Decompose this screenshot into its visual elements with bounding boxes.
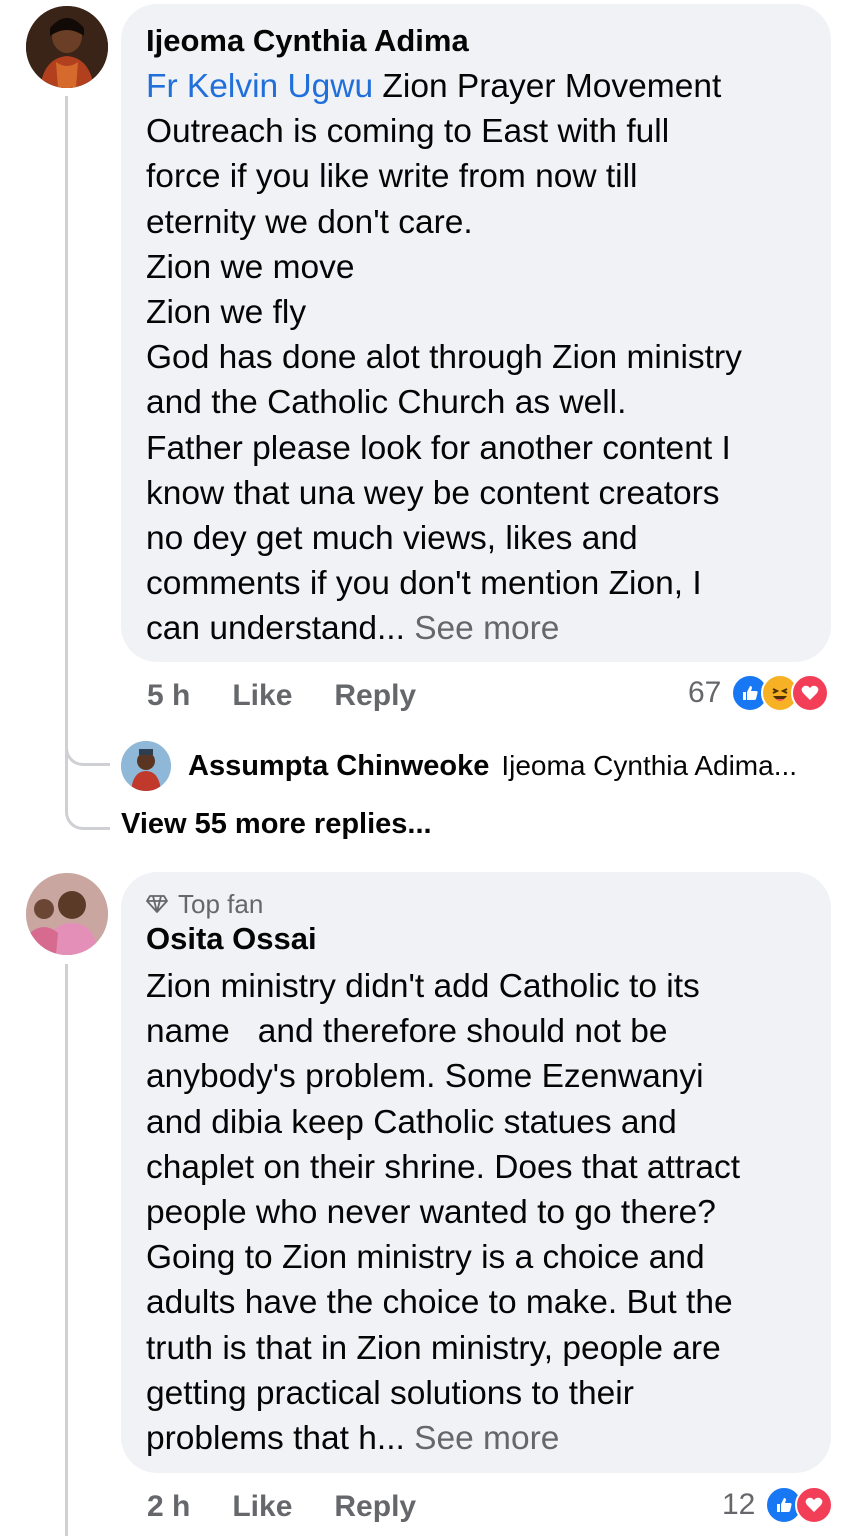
see-more-link[interactable]: See more <box>414 1420 559 1457</box>
see-more-link[interactable]: See more <box>414 610 559 647</box>
avatar-assumpta[interactable] <box>121 741 171 791</box>
comment-text-line: getting practical solutions to their <box>146 1374 634 1412</box>
reaction-summary-1[interactable]: 67 <box>688 672 830 714</box>
avatar-ijeoma[interactable] <box>26 6 108 88</box>
like-button[interactable]: Like <box>232 1490 292 1524</box>
reply-button[interactable]: Reply <box>334 679 416 713</box>
comment-author[interactable]: Osita Ossai <box>146 920 805 958</box>
profile-photo-icon <box>26 873 108 955</box>
comment-text-line: Zion Prayer Movement <box>373 68 722 105</box>
view-more-replies[interactable]: View 55 more replies... <box>121 808 432 841</box>
comment-author[interactable]: Ijeoma Cynthia Adima <box>146 22 805 60</box>
comment-text-line: God has done alot through Zion ministry <box>146 339 742 377</box>
comment-text-line: people who never wanted to go there? <box>146 1194 716 1232</box>
comment-text-line: can understand... <box>146 610 405 648</box>
reply-preview[interactable]: Assumpta Chinweoke Ijeoma Cynthia Adima.… <box>188 746 797 786</box>
avatar-osita[interactable] <box>26 873 108 955</box>
comment-text-line: adults have the choice to make. But the <box>146 1284 733 1322</box>
thread-line-2 <box>65 964 68 1536</box>
comment-text: Zion ministry didn't add Catholic to its… <box>146 964 805 1461</box>
thread-line-1 <box>65 96 68 811</box>
comment-text-line: Zion we fly <box>146 294 307 332</box>
comment-text-line: problems that h... <box>146 1420 405 1458</box>
comment-text-line: truth is that in Zion ministry, people a… <box>146 1329 721 1367</box>
love-icon <box>795 1486 834 1524</box>
comment-text-line: and the Catholic Church as well. <box>146 384 627 422</box>
mention-link[interactable]: Fr Kelvin Ugwu <box>146 68 373 105</box>
badge-label: Top fan <box>178 889 264 919</box>
comment-text-line: Outreach is coming to East with full <box>146 113 670 151</box>
reply-snippet: Ijeoma Cynthia Adima... <box>501 750 798 781</box>
comment-text-line: no dey get much views, likes and <box>146 520 638 558</box>
comment-bubble-1: Ijeoma Cynthia Adima Fr Kelvin Ugwu Zion… <box>121 4 831 662</box>
comment-text-line: eternity we don't care. <box>146 203 473 241</box>
comment-text-line: name and therefore should not be <box>146 1013 668 1051</box>
comment-text-line: comments if you don't mention Zion, I <box>146 565 702 603</box>
comment-bubble-2: Top fan Osita Ossai Zion ministry didn't… <box>121 872 831 1473</box>
profile-photo-icon <box>26 6 108 88</box>
comment-text-line: chaplet on their shrine. Does that attra… <box>146 1148 741 1186</box>
comment-time[interactable]: 5 h <box>147 679 190 713</box>
comment-time[interactable]: 2 h <box>147 1490 190 1524</box>
comment-text-line: force if you like write from now till <box>146 158 638 196</box>
comment-text: Fr Kelvin Ugwu Zion Prayer Movement Outr… <box>146 64 805 652</box>
reaction-count: 12 <box>722 1488 756 1521</box>
profile-photo-icon <box>121 741 171 791</box>
comment-text-line: know that una wey be content creators <box>146 474 720 512</box>
thread-branch-reply <box>65 744 110 766</box>
top-fan-badge: Top fan <box>146 888 805 920</box>
comment-text-line: and dibia keep Catholic statues and <box>146 1103 677 1141</box>
like-button[interactable]: Like <box>232 679 292 713</box>
reaction-summary-2[interactable]: 12 <box>722 1484 834 1526</box>
diamond-icon <box>146 895 168 913</box>
comment-text-line: anybody's problem. Some Ezenwanyi <box>146 1058 704 1096</box>
comment-text-line: Zion ministry didn't add Catholic to its <box>146 968 700 1005</box>
love-icon <box>791 674 830 712</box>
comment-actions-2: 2 h Like Reply <box>147 1487 416 1527</box>
comment-text-line: Zion we move <box>146 248 355 286</box>
reaction-count: 67 <box>688 676 722 709</box>
comment-text-line: Father please look for another content I <box>146 429 731 467</box>
reply-button[interactable]: Reply <box>334 1490 416 1524</box>
comment-text-line: Going to Zion ministry is a choice and <box>146 1239 705 1277</box>
reply-author[interactable]: Assumpta Chinweoke <box>188 750 489 783</box>
comment-actions-1: 5 h Like Reply <box>147 676 416 716</box>
thread-branch-view-more <box>65 790 110 830</box>
